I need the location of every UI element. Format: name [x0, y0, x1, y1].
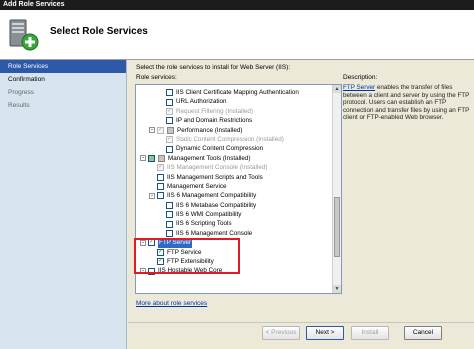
tree-row[interactable]: IP and Domain Restrictions — [136, 116, 333, 125]
tree-expander-icon[interactable]: - — [149, 192, 155, 199]
role-services-label: Role services: — [136, 74, 177, 81]
tree-row[interactable]: URL Authorization — [136, 97, 333, 106]
tree-row-label: Management Tools (Installed) — [168, 154, 251, 162]
tree-row-label: URL Authorization — [176, 98, 227, 106]
tree-checkbox[interactable]: ✓ — [166, 107, 173, 115]
tree-checkbox[interactable] — [166, 220, 173, 228]
page-title: Select Role Services — [50, 26, 148, 37]
tree-row-label: Static Content Compression (Installed) — [176, 135, 284, 143]
install-button[interactable]: Install — [351, 326, 389, 340]
description-text: FTP Server enables the transfer of files… — [343, 84, 471, 122]
scroll-thumb[interactable] — [334, 197, 340, 257]
tree-checkbox[interactable]: ✓ — [157, 164, 164, 172]
server-add-icon — [9, 19, 39, 51]
tree-row-label: IIS Management Scripts and Tools — [167, 173, 263, 181]
scroll-down-icon[interactable]: ▼ — [333, 285, 341, 293]
tree-checkbox[interactable]: ✓ — [157, 126, 164, 134]
tree-row[interactable]: Dynamic Content Compression — [136, 144, 333, 153]
tree-row[interactable]: ✓ IIS Management Console (Installed) — [136, 163, 333, 172]
tree-checkbox[interactable] — [166, 89, 173, 97]
tree-row-label: Performance (Installed) — [177, 126, 243, 134]
next-button[interactable]: Next > — [306, 326, 344, 340]
window-title: Add Role Services — [0, 0, 474, 10]
nav-step-progress: Progress — [8, 89, 35, 96]
tree-row[interactable]: - IIS 6 Management Compatibility — [136, 191, 333, 200]
more-about-role-services-link[interactable]: More about role services — [136, 300, 207, 307]
tree-row-label: IIS Client Certificate Mapping Authentic… — [176, 89, 299, 96]
tree-checkbox[interactable] — [166, 145, 173, 153]
cancel-button[interactable]: Cancel — [404, 326, 442, 340]
tree-row[interactable]: IIS 6 WMI Compatibility — [136, 210, 333, 219]
tree-checkbox[interactable] — [166, 230, 173, 238]
tree-checkbox[interactable] — [157, 173, 164, 181]
tree-checkbox[interactable] — [166, 98, 173, 106]
nav-step-confirmation[interactable]: Confirmation — [0, 73, 126, 86]
scroll-up-icon[interactable]: ▲ — [333, 85, 341, 93]
nav-step-role-services[interactable]: Role Services — [0, 60, 126, 73]
tree-row[interactable]: - Management Tools (Installed) — [136, 154, 333, 163]
main-content: Select the role services to install for … — [128, 60, 474, 322]
tree-row-label: Dynamic Content Compression — [176, 145, 264, 153]
tree-checkbox[interactable] — [166, 201, 173, 209]
tree-expander-icon[interactable]: - — [149, 127, 155, 134]
tree-row[interactable]: IIS Management Scripts and Tools — [136, 173, 333, 182]
tree-row[interactable]: ✓ Static Content Compression (Installed) — [136, 135, 333, 144]
wizard-steps-nav: Role Services Confirmation Progress Resu… — [0, 60, 127, 349]
tree-row[interactable]: - ✓ Performance (Installed) — [136, 126, 333, 135]
tree-row[interactable]: Management Service — [136, 182, 333, 191]
tree-row-label: IIS Management Console (Installed) — [167, 164, 268, 172]
tree-row-label: IP and Domain Restrictions — [176, 117, 253, 125]
tree-row[interactable]: IIS 6 Scripting Tools — [136, 219, 333, 228]
wizard-header: Select Role Services — [0, 10, 474, 60]
tree-row[interactable]: IIS 6 Metabase Compatibility — [136, 201, 333, 210]
tree-checkbox[interactable] — [166, 211, 173, 219]
tree-row[interactable]: ✓ Request Filtering (Installed) — [136, 107, 333, 116]
tree-checkbox[interactable] — [157, 192, 164, 200]
tree-row[interactable]: IIS 6 Management Console — [136, 229, 333, 238]
feature-folder-icon — [167, 126, 174, 134]
tree-row-label: IIS 6 Management Console — [176, 229, 253, 237]
tree-checkbox[interactable] — [148, 154, 155, 162]
intro-text: Select the role services to install for … — [136, 64, 291, 71]
wizard-button-bar: < Previous Next > Install Cancel — [128, 322, 474, 349]
tree-row-label: Management Service — [167, 182, 227, 190]
ftp-highlight-box — [134, 238, 240, 274]
ftp-server-link[interactable]: FTP Server — [343, 84, 375, 91]
tree-row-label: IIS 6 Scripting Tools — [176, 220, 232, 228]
tree-row-label: IIS 6 WMI Compatibility — [176, 211, 242, 219]
tree-checkbox[interactable]: ✓ — [166, 136, 173, 144]
tree-row-label: IIS 6 Management Compatibility — [167, 192, 257, 200]
tree-scrollbar[interactable]: ▲ ▼ — [332, 85, 341, 293]
tree-row[interactable]: IIS Client Certificate Mapping Authentic… — [136, 88, 333, 97]
tree-checkbox[interactable] — [157, 183, 164, 191]
tree-expander-icon[interactable]: - — [140, 155, 146, 162]
previous-button[interactable]: < Previous — [262, 326, 300, 340]
description-label: Description: — [343, 74, 378, 81]
tree-checkbox[interactable] — [166, 117, 173, 125]
feature-folder-icon — [158, 154, 165, 162]
tree-row-label: IIS 6 Metabase Compatibility — [176, 201, 257, 209]
nav-step-results: Results — [8, 102, 30, 109]
tree-row-label: Request Filtering (Installed) — [176, 107, 253, 115]
